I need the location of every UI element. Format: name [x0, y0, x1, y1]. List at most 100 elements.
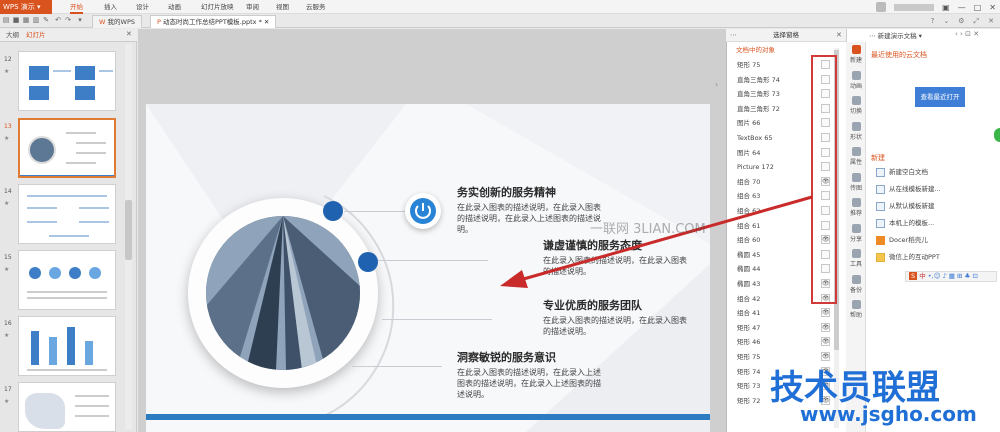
menu-animation[interactable]: 动画: [168, 0, 181, 14]
slide-thumbnail-15[interactable]: [18, 250, 116, 310]
close-icon[interactable]: ✕: [973, 30, 979, 38]
task-tab[interactable]: 工具: [847, 249, 865, 268]
visibility-toggle-icon[interactable]: 👁: [821, 322, 830, 332]
close-selection-icon[interactable]: ✕: [836, 31, 842, 39]
close-tab-icon[interactable]: ✕: [264, 18, 269, 26]
slide-thumbnail-16[interactable]: [18, 316, 116, 376]
object-row[interactable]: 矩形 46: [737, 335, 832, 349]
view-recent-button[interactable]: 查看最近打开: [915, 87, 965, 107]
slide[interactable]: 务实创新的服务精神 在此录入图表的描述说明，在此录入图表的描述说明，在此录入上述…: [146, 104, 710, 432]
new-item[interactable]: 微信上的互动PPT: [876, 251, 940, 264]
slide-thumbnail-14[interactable]: [18, 184, 116, 244]
app-menu-button[interactable]: WPS 演示 ▾: [0, 0, 52, 14]
close-icon[interactable]: ✕: [989, 3, 996, 12]
object-row[interactable]: 组合 41: [737, 306, 832, 320]
task-tab[interactable]: 帮助: [847, 300, 865, 319]
task-tab-label: 动画: [849, 82, 862, 90]
blue-dot[interactable]: [358, 252, 378, 272]
menu-review[interactable]: 审阅: [246, 0, 259, 14]
menu-dots-icon[interactable]: ⋯: [869, 32, 876, 40]
blue-dot[interactable]: [323, 201, 343, 221]
new-item[interactable]: 本机上的模板...: [876, 217, 934, 230]
minimize-icon[interactable]: —: [958, 3, 966, 12]
task-tab-icon: [851, 121, 861, 131]
ime-toolbar[interactable]: S 中 •,☺ ♪ ▦ ⊞ ♣ ⊡: [905, 271, 997, 282]
save-icon[interactable]: ■: [12, 16, 20, 24]
menu-cloud[interactable]: 云服务: [306, 0, 326, 14]
undo-icon[interactable]: ↶: [54, 16, 62, 24]
menu-design[interactable]: 设计: [136, 0, 149, 14]
slide-thumbnail-12[interactable]: [18, 51, 116, 111]
tab-slides[interactable]: 幻灯片: [26, 30, 46, 41]
task-tab-label: 切换: [849, 108, 862, 115]
item-title[interactable]: 谦虚谨慎的服务态度: [543, 237, 642, 253]
task-tab[interactable]: 动画: [847, 70, 865, 90]
task-tab-label: 形状: [849, 133, 862, 141]
username-bar: [894, 3, 935, 11]
slide-thumbnail-13[interactable]: [18, 118, 116, 178]
menu-start[interactable]: 开始: [70, 0, 83, 14]
task-tab[interactable]: 新建: [847, 45, 865, 64]
slide-number: 14: [4, 188, 12, 195]
skin-icon[interactable]: ▣: [942, 3, 950, 12]
tab-document[interactable]: P 动态时尚工作总结PPT模板.pptx * ✕: [150, 15, 277, 28]
task-tab[interactable]: 形状: [847, 121, 865, 141]
tab-outline[interactable]: 大纲: [6, 30, 19, 41]
menu-view[interactable]: 视图: [276, 0, 289, 14]
fullscreen-icon[interactable]: ⤢: [974, 17, 980, 26]
new-item-label: 新建空白文档: [889, 168, 928, 176]
redo-icon[interactable]: ↷: [64, 16, 72, 24]
object-row[interactable]: 矩形 47: [737, 321, 832, 335]
new-item[interactable]: Docer稻壳儿: [876, 234, 928, 247]
power-icon[interactable]: [405, 193, 441, 229]
new-item[interactable]: 从默认模板新建: [876, 200, 935, 213]
settings-icon[interactable]: ⚙: [958, 17, 964, 25]
new-item[interactable]: 从在线模板新建...: [876, 183, 941, 196]
menu-slideshow[interactable]: 幻灯片放映: [201, 0, 234, 14]
tab-my-wps[interactable]: W 我的WPS: [92, 15, 142, 28]
building-photo[interactable]: [206, 216, 360, 370]
task-tab[interactable]: 推荐: [847, 198, 865, 217]
next-icon[interactable]: ›: [960, 30, 963, 38]
task-tab[interactable]: 分享: [847, 223, 865, 243]
task-tab-label: 分享: [849, 235, 862, 243]
help-icon[interactable]: ?: [931, 17, 935, 25]
item-title[interactable]: 务实创新的服务精神: [457, 184, 556, 200]
collapse-pane-icon[interactable]: ›: [715, 80, 725, 90]
maximize-icon[interactable]: □: [974, 3, 982, 12]
item-description[interactable]: 在此录入图表的描述说明，在此录入上述图表的描述说明，在此录入上述图表的描述说明。: [457, 367, 607, 400]
pin-icon[interactable]: ✕: [988, 17, 994, 25]
new-item[interactable]: 新建空白文档: [876, 166, 928, 179]
more-icon[interactable]: ▾: [76, 16, 84, 24]
slide-thumbnail-17[interactable]: [18, 382, 116, 432]
watermark-center: 一联网 3LIAN.COM: [590, 222, 706, 237]
pin-icon[interactable]: ⊡: [965, 30, 971, 38]
menu-insert[interactable]: 插入: [104, 0, 117, 14]
dropdown-icon[interactable]: ⌄: [943, 17, 949, 25]
task-tab-label: 推荐: [849, 210, 862, 217]
task-tab-icon: [851, 70, 861, 80]
print-icon[interactable]: ▦: [22, 16, 30, 24]
task-tab[interactable]: 传图: [847, 172, 865, 192]
format-painter-icon[interactable]: ✎: [42, 16, 50, 24]
task-tab[interactable]: 属性: [847, 147, 865, 166]
item-title[interactable]: 专业优质的服务团队: [543, 297, 642, 313]
avatar[interactable]: [876, 2, 887, 12]
slides-scrollbar-thumb[interactable]: [125, 200, 132, 260]
item-description[interactable]: 在此录入图表的描述说明，在此录入图表的描述说明，在此录入上述图表的描述说明。: [457, 202, 607, 235]
preview-icon[interactable]: ▥: [32, 16, 40, 24]
prev-icon[interactable]: ‹: [955, 30, 958, 38]
visibility-toggle-icon[interactable]: 👁: [821, 337, 830, 347]
task-tab[interactable]: 切换: [847, 96, 865, 115]
close-pane-icon[interactable]: ✕: [126, 30, 132, 38]
open-folder-icon[interactable]: ▤: [2, 16, 10, 24]
slide-number: 15: [4, 254, 12, 261]
visibility-toggle-icon[interactable]: 👁: [821, 308, 830, 318]
task-tab[interactable]: 备份: [847, 274, 865, 294]
item-description[interactable]: 在此录入图表的描述说明，在此录入图表的描述说明。: [543, 255, 693, 277]
item-description[interactable]: 在此录入图表的描述说明，在此录入图表的描述说明。: [543, 315, 693, 337]
menu-dots-icon[interactable]: ⋯: [730, 31, 737, 39]
tab-label: 我的WPS: [107, 18, 135, 26]
item-title[interactable]: 洞察敏锐的服务意识: [457, 349, 556, 365]
side-float-icon[interactable]: [994, 128, 1000, 142]
